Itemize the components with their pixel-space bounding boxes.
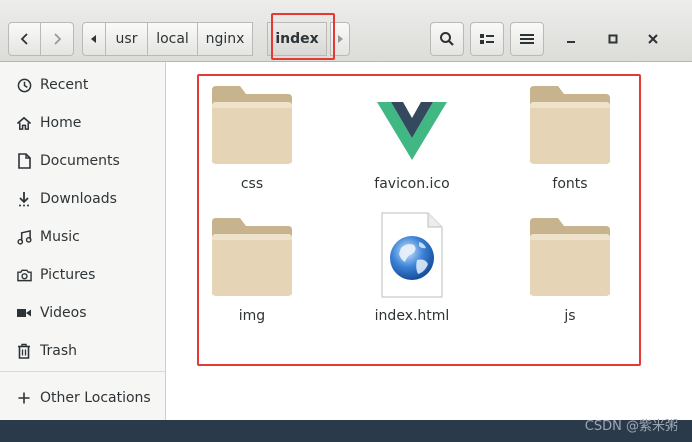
file-name: js (564, 308, 576, 324)
folder-icon (528, 214, 612, 298)
maximize-button[interactable] (598, 22, 628, 56)
current-folder-highlight (271, 13, 335, 60)
sidebar-item-label: Videos (40, 305, 87, 321)
watermark: CSDN @紫米粥 (584, 419, 678, 434)
sidebar-item-trash[interactable]: Trash (0, 334, 165, 368)
search-button[interactable] (430, 22, 464, 56)
file-item-js[interactable]: js (510, 210, 630, 330)
minimize-button[interactable] (556, 22, 586, 56)
forward-button[interactable] (40, 22, 74, 56)
sidebar-item-label: Trash (40, 343, 77, 359)
file-manager-window: usr local nginx index Recent Home Docume… (0, 0, 692, 420)
file-name: index.html (374, 308, 450, 324)
home-icon (16, 115, 32, 131)
folder-icon (528, 82, 612, 166)
trash-icon (16, 343, 32, 359)
sidebar-item-music[interactable]: Music (0, 220, 165, 254)
sidebar-item-videos[interactable]: Videos (0, 296, 165, 330)
triangle-right-icon (338, 35, 343, 43)
music-icon (16, 229, 32, 245)
sidebar-item-label: Recent (40, 77, 89, 93)
file-name: css (240, 176, 264, 192)
sidebar-item-label: Pictures (40, 267, 96, 283)
vue-logo-icon (370, 82, 454, 166)
sidebar: Recent Home Documents Downloads Music Pi… (0, 62, 166, 420)
file-item-favicon[interactable]: favicon.ico (352, 78, 472, 198)
chevron-right-icon (54, 33, 62, 45)
file-item-index-html[interactable]: index.html (352, 210, 472, 330)
sidebar-item-label: Downloads (40, 191, 117, 207)
view-toggle-button[interactable] (470, 22, 504, 56)
sidebar-item-home[interactable]: Home (0, 106, 165, 140)
clock-icon (16, 77, 32, 93)
menu-button[interactable] (510, 22, 544, 56)
sidebar-item-documents[interactable]: Documents (0, 144, 165, 178)
triangle-left-icon (91, 35, 96, 43)
path-segment-local[interactable]: local (147, 22, 198, 56)
minimize-icon (567, 41, 575, 43)
maximize-icon (608, 34, 618, 44)
back-button[interactable] (8, 22, 42, 56)
file-name: fonts (552, 176, 588, 192)
hamburger-menu-icon (520, 34, 534, 44)
sidebar-divider (0, 371, 165, 372)
close-icon (648, 34, 658, 44)
folder-icon (210, 214, 294, 298)
file-name: img (238, 308, 266, 324)
search-icon (440, 32, 454, 46)
navigation-buttons (8, 22, 74, 56)
document-icon (16, 153, 32, 169)
sidebar-item-pictures[interactable]: Pictures (0, 258, 165, 292)
sidebar-item-label: Home (40, 115, 82, 131)
sidebar-item-label: Music (40, 229, 80, 245)
list-view-icon (480, 34, 494, 44)
folder-icon (210, 82, 294, 166)
sidebar-item-label: Documents (40, 153, 120, 169)
close-button[interactable] (638, 22, 668, 56)
camera-icon (16, 267, 32, 283)
path-segment-nginx[interactable]: nginx (197, 22, 253, 56)
html-file-icon (370, 212, 454, 298)
video-icon (16, 305, 32, 321)
chevron-left-icon (20, 33, 28, 45)
file-item-css[interactable]: css (192, 78, 312, 198)
sidebar-item-recent[interactable]: Recent (0, 68, 165, 102)
file-item-fonts[interactable]: fonts (510, 78, 630, 198)
download-icon (16, 191, 32, 207)
path-segment-usr[interactable]: usr (105, 22, 148, 56)
plus-icon (16, 390, 32, 406)
sidebar-item-label: Other Locations (40, 390, 151, 406)
header-bar: usr local nginx index (0, 0, 692, 62)
sidebar-item-downloads[interactable]: Downloads (0, 182, 165, 216)
file-item-img[interactable]: img (192, 210, 312, 330)
sidebar-item-other-locations[interactable]: Other Locations (0, 381, 165, 415)
path-scroll-left-button[interactable] (82, 22, 106, 56)
file-name: favicon.ico (374, 176, 450, 192)
